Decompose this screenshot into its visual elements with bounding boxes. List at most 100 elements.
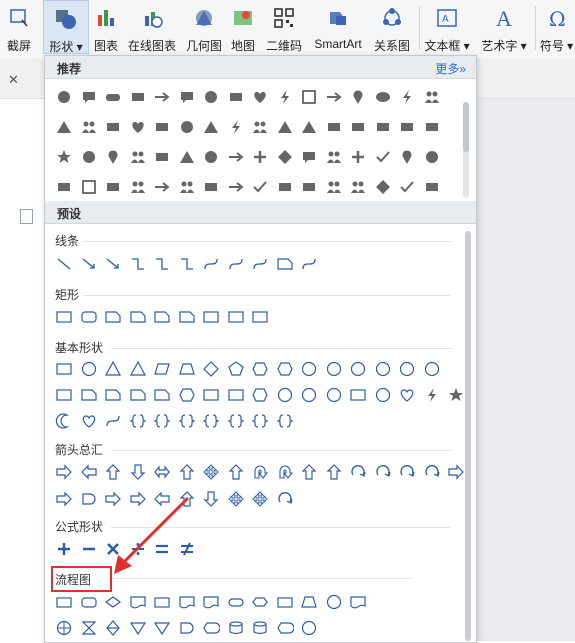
people-shape-icon[interactable] xyxy=(421,86,443,108)
fmerge-shape-icon[interactable] xyxy=(127,617,149,639)
osnip-shape-icon[interactable] xyxy=(176,306,198,328)
circle-shape-icon[interactable] xyxy=(176,116,198,138)
curve-shape-icon[interactable] xyxy=(102,410,124,432)
orect-shape-icon[interactable] xyxy=(225,306,247,328)
pin-shape-icon[interactable] xyxy=(102,146,124,168)
fcoll-shape-icon[interactable] xyxy=(78,617,100,639)
opara-shape-icon[interactable] xyxy=(151,358,173,380)
oarrR-shape-icon[interactable] xyxy=(53,461,75,483)
oarrU-shape-icon[interactable] xyxy=(323,461,345,483)
fdoc-shape-icon[interactable] xyxy=(127,591,149,613)
rect-shape-icon[interactable] xyxy=(274,176,296,198)
fproc-shape-icon[interactable] xyxy=(274,591,296,613)
rect-shape-icon[interactable] xyxy=(53,176,75,198)
osnip-shape-icon[interactable] xyxy=(151,306,173,328)
rect-shape-icon[interactable] xyxy=(127,86,149,108)
map-button[interactable]: 地图 xyxy=(228,0,258,54)
rect-shape-icon[interactable] xyxy=(421,116,443,138)
presets-scrollbar[interactable] xyxy=(465,231,471,641)
ocircle-shape-icon[interactable] xyxy=(323,358,345,380)
chat-shape-icon[interactable] xyxy=(176,86,198,108)
eminus-shape-icon[interactable] xyxy=(78,538,100,560)
sqo-shape-icon[interactable] xyxy=(298,86,320,108)
obrace-shape-icon[interactable] xyxy=(127,410,149,432)
ocircle-shape-icon[interactable] xyxy=(372,358,394,380)
oarrD-shape-icon[interactable] xyxy=(200,488,222,510)
chat-shape-icon[interactable] xyxy=(298,146,320,168)
lineA-shape-icon[interactable] xyxy=(78,253,100,275)
rect-shape-icon[interactable] xyxy=(396,116,418,138)
omoon-shape-icon[interactable] xyxy=(53,410,75,432)
check-shape-icon[interactable] xyxy=(249,176,271,198)
circle-shape-icon[interactable] xyxy=(78,146,100,168)
orect-shape-icon[interactable] xyxy=(249,306,271,328)
bolt-shape-icon[interactable] xyxy=(225,116,247,138)
curve-shape-icon[interactable] xyxy=(225,253,247,275)
oarrU-shape-icon[interactable] xyxy=(225,461,247,483)
fterm-shape-icon[interactable] xyxy=(225,591,247,613)
ohex-shape-icon[interactable] xyxy=(249,358,271,380)
osnip-shape-icon[interactable] xyxy=(127,384,149,406)
ocirc-shape-icon[interactable] xyxy=(396,461,418,483)
orect-shape-icon[interactable] xyxy=(347,384,369,406)
ocircle-shape-icon[interactable] xyxy=(274,384,296,406)
curve-shape-icon[interactable] xyxy=(200,253,222,275)
rect-shape-icon[interactable] xyxy=(372,116,394,138)
wordart-button[interactable]: A 艺术字 ▾ xyxy=(476,0,532,54)
star-shape-icon[interactable] xyxy=(445,384,467,406)
obrace-shape-icon[interactable] xyxy=(249,410,271,432)
rect-shape-icon[interactable] xyxy=(102,176,124,198)
orect-shape-icon[interactable] xyxy=(53,384,75,406)
otri-shape-icon[interactable] xyxy=(127,358,149,380)
arrowR-shape-icon[interactable] xyxy=(151,86,173,108)
diamond-shape-icon[interactable] xyxy=(372,176,394,198)
oquad-shape-icon[interactable] xyxy=(225,488,247,510)
orect-shape-icon[interactable] xyxy=(53,306,75,328)
opent-shape-icon[interactable] xyxy=(225,358,247,380)
pin-shape-icon[interactable] xyxy=(347,86,369,108)
otrap-shape-icon[interactable] xyxy=(176,358,198,380)
people-shape-icon[interactable] xyxy=(347,176,369,198)
fdelay-shape-icon[interactable] xyxy=(176,617,198,639)
lineA-shape-icon[interactable] xyxy=(102,253,124,275)
people-shape-icon[interactable] xyxy=(249,116,271,138)
pill-shape-icon[interactable] xyxy=(102,86,124,108)
ex-shape-icon[interactable] xyxy=(102,538,124,560)
scrollbar-thumb[interactable] xyxy=(463,102,469,152)
symbol-button[interactable]: Ω 符号 ▾ xyxy=(538,0,575,54)
circle-shape-icon[interactable] xyxy=(200,86,222,108)
ocircle-shape-icon[interactable] xyxy=(323,384,345,406)
document-page[interactable] xyxy=(0,99,46,641)
oarrR-shape-icon[interactable] xyxy=(445,461,467,483)
orrect-shape-icon[interactable] xyxy=(78,306,100,328)
odiam-shape-icon[interactable] xyxy=(200,358,222,380)
ohex-shape-icon[interactable] xyxy=(274,358,296,380)
ocirc-shape-icon[interactable] xyxy=(274,488,296,510)
bolt-shape-icon[interactable] xyxy=(274,86,296,108)
fdoc-shape-icon[interactable] xyxy=(176,591,198,613)
rect-shape-icon[interactable] xyxy=(323,116,345,138)
ocircle-shape-icon[interactable] xyxy=(372,384,394,406)
elbow-shape-icon[interactable] xyxy=(151,253,173,275)
online-chart-button[interactable]: 在线图表 xyxy=(124,0,180,54)
line-shape-icon[interactable] xyxy=(53,253,75,275)
ediv-shape-icon[interactable] xyxy=(127,538,149,560)
fdoc-shape-icon[interactable] xyxy=(200,591,222,613)
fproc-shape-icon[interactable] xyxy=(151,591,173,613)
ocirc-shape-icon[interactable] xyxy=(421,461,443,483)
more-shapes-link[interactable]: 更多» xyxy=(435,60,466,77)
people-shape-icon[interactable] xyxy=(78,116,100,138)
fproc-shape-icon[interactable] xyxy=(53,591,75,613)
people-shape-icon[interactable] xyxy=(323,176,345,198)
oheart-shape-icon[interactable] xyxy=(78,410,100,432)
recommended-scrollbar[interactable] xyxy=(463,102,469,198)
rect-shape-icon[interactable] xyxy=(298,176,320,198)
chart-button[interactable]: 图表 xyxy=(90,0,122,54)
fsort-shape-icon[interactable] xyxy=(102,617,124,639)
orect-shape-icon[interactable] xyxy=(200,306,222,328)
tri-shape-icon[interactable] xyxy=(298,116,320,138)
elbow-shape-icon[interactable] xyxy=(176,253,198,275)
ohex-shape-icon[interactable] xyxy=(249,384,271,406)
check-shape-icon[interactable] xyxy=(372,146,394,168)
diamond-shape-icon[interactable] xyxy=(274,146,296,168)
